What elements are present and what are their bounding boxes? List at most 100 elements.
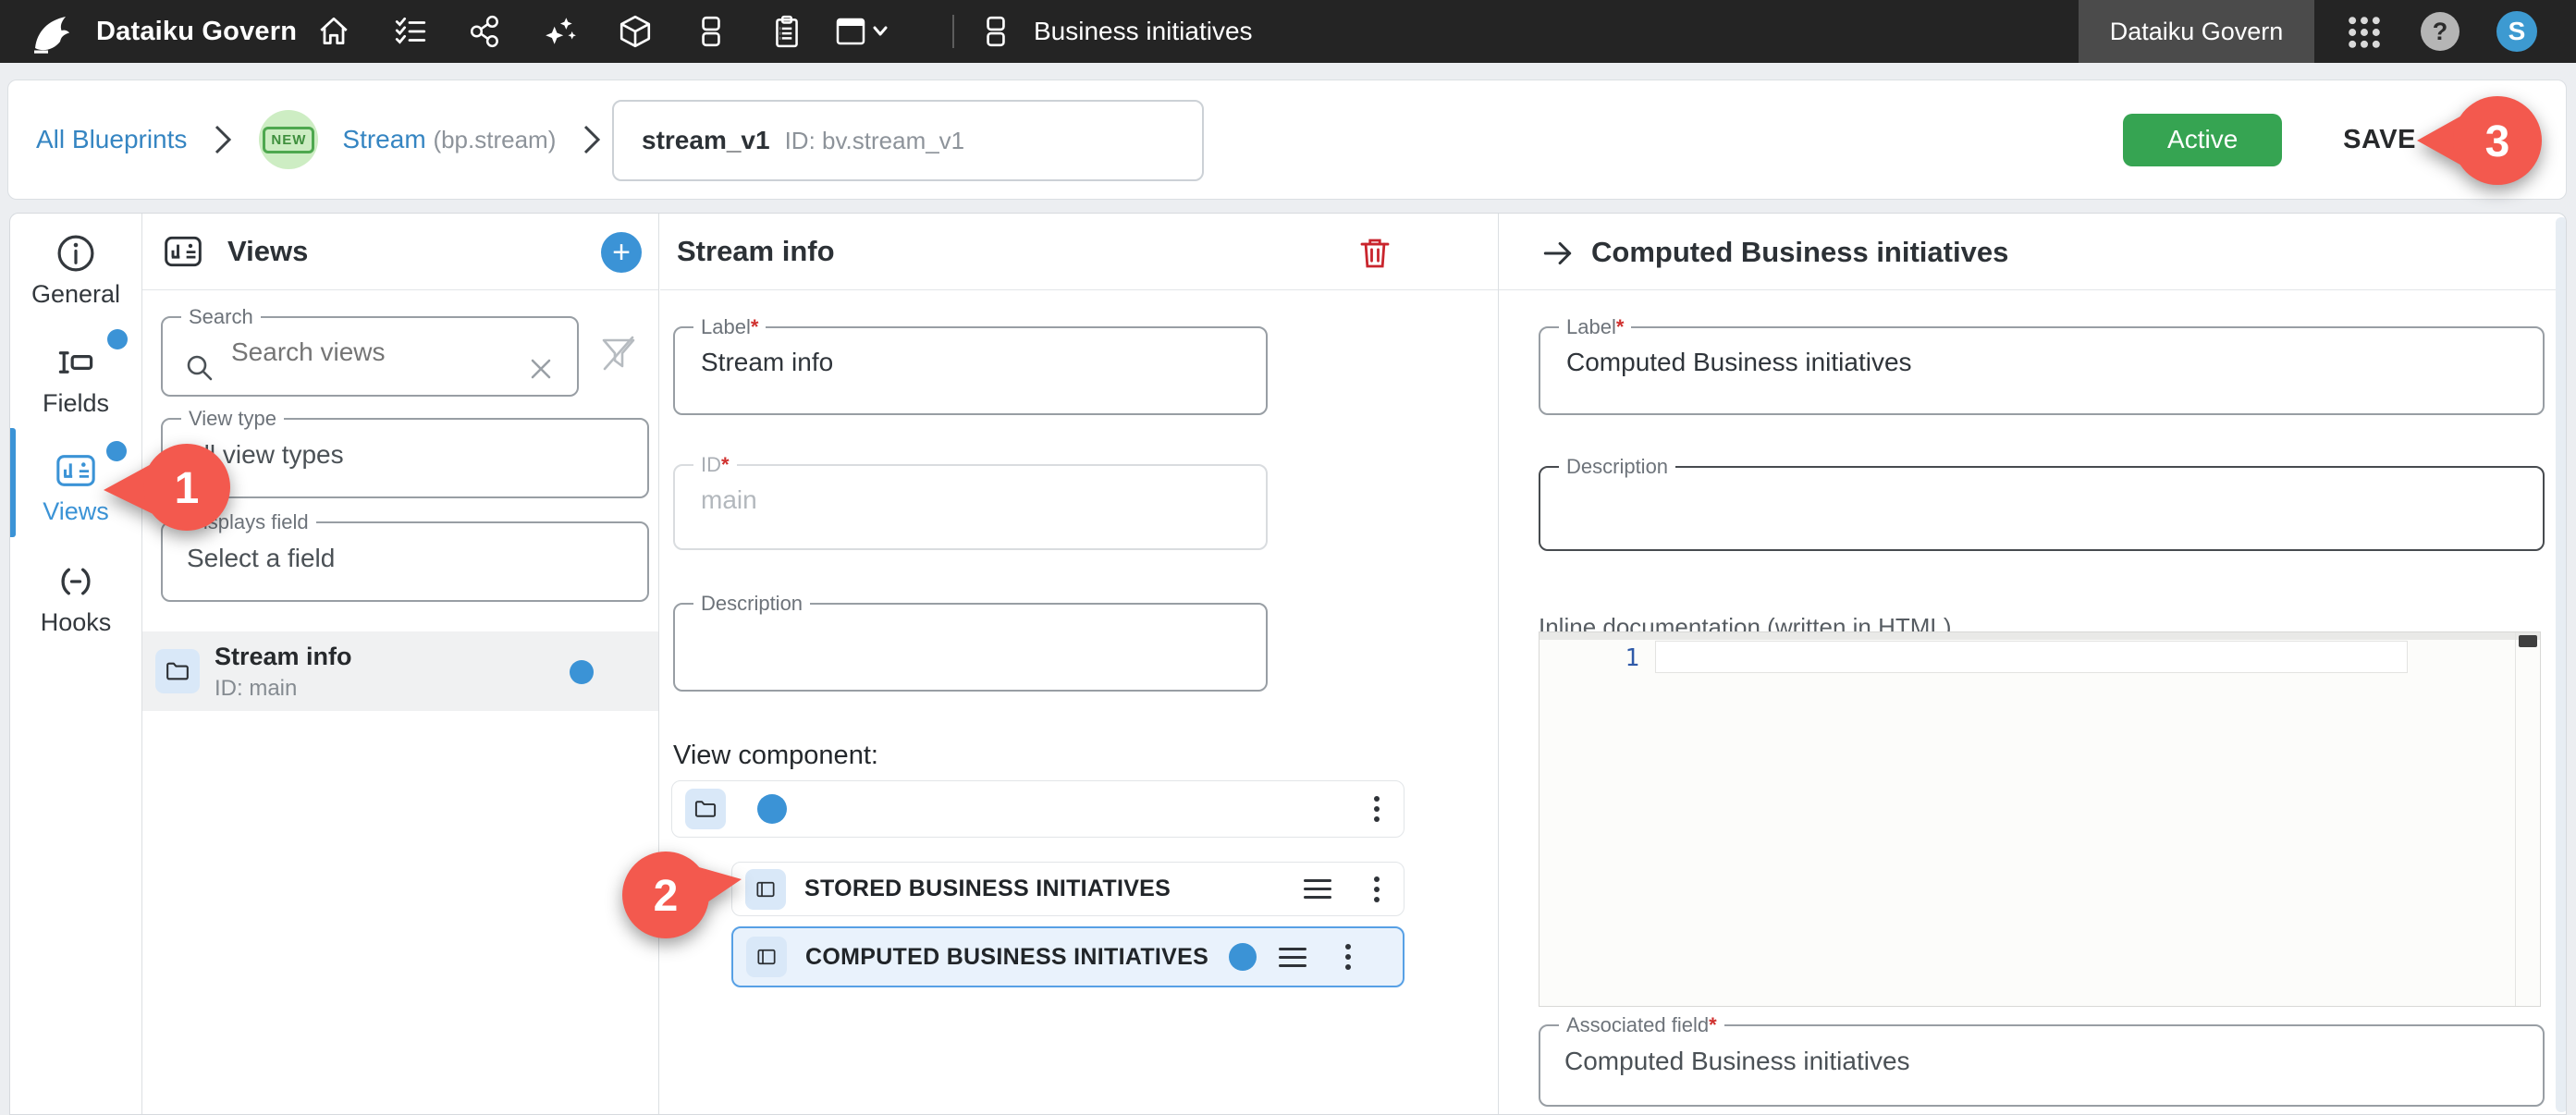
layout-card-icon: [745, 869, 786, 910]
view-type-legend: View type: [189, 407, 276, 430]
home-icon[interactable]: [316, 14, 351, 49]
flow-graph-icon[interactable]: [468, 14, 503, 49]
detail-description-field: Description: [1539, 457, 2545, 551]
displays-field-select[interactable]: Displays field Select a field: [161, 512, 649, 602]
views-icon: [55, 449, 97, 492]
component-row-root[interactable]: [671, 780, 1405, 838]
status-active-button[interactable]: Active: [2123, 114, 2282, 166]
cards-stack-icon: [978, 14, 1013, 49]
drag-handle-icon[interactable]: [1279, 948, 1306, 967]
inline-doc-code-editor[interactable]: 1: [1539, 631, 2541, 1007]
cards-stack-icon[interactable]: [693, 14, 729, 49]
brand-title: Dataiku Govern: [96, 0, 297, 63]
rail-item-fields[interactable]: Fields: [10, 341, 141, 418]
editor-scrollbar-thumb[interactable]: [2519, 635, 2537, 647]
component-label: COMPUTED BUSINESS INITIATIVES: [805, 944, 1208, 971]
search-icon: [183, 351, 216, 385]
breadcrumb: All Blueprints NEW Stream (bp.stream): [36, 80, 604, 199]
kebab-menu-icon[interactable]: [1374, 796, 1380, 822]
detail-label-input[interactable]: [1564, 347, 2467, 378]
associated-field-legend: Associated field: [1566, 1013, 1709, 1036]
version-select[interactable]: stream_v1 ID: bv.stream_v1: [612, 100, 1204, 181]
views-panel: Views + Search View type All view types …: [141, 214, 659, 1114]
panel-scrollbar[interactable]: [2556, 217, 2567, 1112]
rail-item-general[interactable]: General: [10, 232, 141, 309]
component-row-stored[interactable]: STORED BUSINESS INITIATIVES: [731, 862, 1405, 916]
required-asterisk: *: [751, 315, 759, 338]
dataiku-logo-icon[interactable]: [28, 11, 72, 55]
breadcrumb-all-blueprints[interactable]: All Blueprints: [36, 125, 187, 154]
add-view-button[interactable]: +: [601, 232, 642, 273]
window-switcher-icon[interactable]: [834, 14, 889, 49]
id-field: ID*: [673, 455, 1268, 550]
delete-view-button[interactable]: [1355, 234, 1394, 273]
rail-item-views[interactable]: Views: [10, 449, 141, 526]
drag-handle-icon[interactable]: [1304, 879, 1331, 899]
detail-label-field: Label*: [1539, 317, 2545, 415]
editor-scrollbar-track[interactable]: [2515, 632, 2540, 1006]
filter-off-icon[interactable]: [597, 332, 640, 374]
user-avatar[interactable]: S: [2496, 11, 2537, 52]
breadcrumb-blueprint-id: (bp.stream): [433, 126, 556, 153]
associated-field-select[interactable]: Associated field* Computed Business init…: [1539, 1015, 2545, 1107]
views-panel-title: Views: [227, 235, 308, 268]
info-icon: [55, 232, 97, 275]
detail-panel-title: Computed Business initiatives: [1591, 236, 2008, 269]
clipboard-icon[interactable]: [769, 14, 804, 49]
component-row-computed[interactable]: COMPUTED BUSINESS INITIATIVES: [731, 926, 1405, 987]
id-input: [699, 484, 1231, 516]
breadcrumb-blueprint[interactable]: Stream: [342, 125, 425, 153]
component-detail-panel: Computed Business initiatives Label* Des…: [1499, 214, 2567, 1114]
top-navbar: Dataiku Govern Business initiatives Data…: [0, 0, 2576, 63]
views-icon: [163, 231, 203, 272]
sparkles-icon[interactable]: [543, 14, 578, 49]
new-badge: NEW: [259, 110, 318, 169]
view-item-id: ID: main: [215, 676, 297, 702]
search-field: Search: [161, 307, 579, 397]
trash-icon: [1355, 234, 1394, 273]
version-id: ID: bv.stream_v1: [785, 127, 965, 155]
view-type-value: All view types: [187, 440, 647, 470]
description-input[interactable]: [699, 623, 1231, 655]
displays-field-legend: Displays field: [189, 510, 309, 533]
app-switcher-button[interactable]: Dataiku Govern: [2079, 0, 2314, 63]
apps-grid-icon[interactable]: [2345, 13, 2384, 52]
stream-panel-title: Stream info: [677, 235, 835, 268]
editor-active-line[interactable]: [1655, 641, 2408, 673]
description-legend: Description: [701, 592, 803, 615]
breadcrumb-bar: All Blueprints NEW Stream (bp.stream) st…: [7, 80, 2567, 200]
chevron-right-icon: [580, 121, 604, 158]
main-content-card: General Fields Views Hooks Views: [9, 213, 2567, 1115]
detail-description-input[interactable]: [1564, 486, 2467, 518]
view-type-select[interactable]: View type All view types: [161, 409, 649, 498]
view-list-item-stream-info[interactable]: Stream info ID: main: [142, 631, 658, 711]
required-asterisk: *: [1616, 315, 1625, 338]
required-asterisk: *: [721, 453, 730, 476]
associated-field-value: Computed Business initiatives: [1564, 1047, 2543, 1076]
cube-icon[interactable]: [618, 14, 653, 49]
kebab-menu-icon[interactable]: [1345, 944, 1351, 970]
label-legend: Label: [701, 315, 751, 338]
save-button[interactable]: SAVE: [2337, 124, 2422, 156]
help-button[interactable]: ?: [2421, 12, 2459, 51]
clear-search-icon[interactable]: [527, 355, 555, 383]
label-field: Label*: [673, 317, 1268, 415]
collapse-arrow-right-icon[interactable]: [1540, 236, 1576, 271]
component-dot: [757, 794, 787, 824]
app-window: Dataiku Govern Business initiatives Data…: [0, 0, 2576, 1115]
search-legend: Search: [189, 305, 253, 328]
rail-item-label: Views: [10, 497, 141, 526]
kebab-menu-icon[interactable]: [1374, 876, 1380, 902]
checklist-icon[interactable]: [393, 14, 428, 49]
search-input[interactable]: [229, 337, 497, 368]
stream-info-panel: Stream info Label* ID* Description View …: [660, 214, 1499, 1114]
current-page-nav[interactable]: Business initiatives: [978, 0, 1253, 63]
rail-item-label: General: [10, 280, 141, 309]
rail-item-hooks[interactable]: Hooks: [10, 560, 141, 637]
required-asterisk: *: [1709, 1013, 1717, 1036]
layout-card-icon: [746, 937, 787, 977]
section-rail: General Fields Views Hooks: [10, 214, 141, 1114]
hooks-icon: [55, 560, 97, 603]
fields-icon: [55, 341, 97, 384]
label-input[interactable]: [699, 347, 1231, 378]
